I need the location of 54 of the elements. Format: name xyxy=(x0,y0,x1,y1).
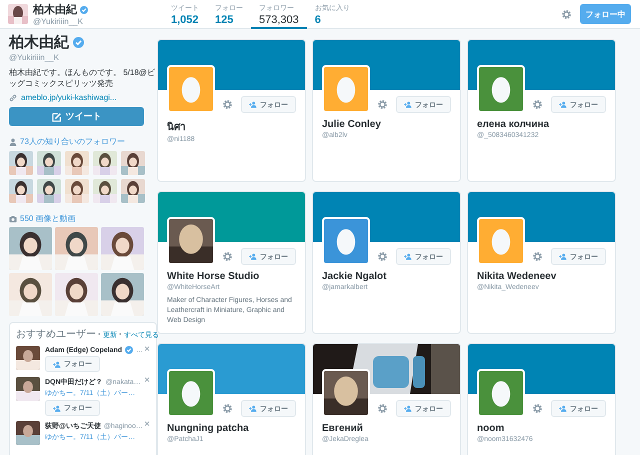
profile-name: 柏木由紀 xyxy=(33,2,77,17)
user-name[interactable]: นิศา xyxy=(158,113,305,134)
close-button[interactable]: × xyxy=(144,344,150,355)
add-user-icon xyxy=(559,101,567,108)
known-followers-link[interactable]: 73人の知り合いのフォロワー xyxy=(20,136,125,147)
close-button[interactable]: × xyxy=(144,375,150,386)
person-icon xyxy=(9,138,17,146)
close-button[interactable]: × xyxy=(144,419,150,430)
user-name[interactable]: Jackie Ngalot xyxy=(313,265,460,282)
media-link[interactable]: 550 画像と動画 xyxy=(20,213,76,224)
add-user-icon xyxy=(404,253,412,260)
user-name[interactable]: Julie Conley xyxy=(313,113,460,130)
settings-icon[interactable] xyxy=(532,99,543,110)
user-name[interactable]: Nungning patcha xyxy=(158,417,305,434)
user-name[interactable]: noom xyxy=(468,417,615,434)
add-user-icon xyxy=(404,405,412,412)
default-avatar-icon[interactable] xyxy=(322,217,370,265)
profile-link[interactable]: ameblo.jp/yuki-kashiwagi... xyxy=(21,93,117,102)
profile-handle: @Yukiriiin__K xyxy=(9,53,60,62)
settings-icon[interactable] xyxy=(377,251,388,262)
user-name[interactable]: елена колчина xyxy=(468,113,615,130)
profile-bio: 柏木由紀です。ほんものです。 5/18@ビッグコミックスピリッツ発売 xyxy=(9,67,156,89)
following-button[interactable]: フォロー中 xyxy=(580,4,631,24)
default-avatar-icon[interactable] xyxy=(167,369,215,417)
separator: · xyxy=(119,329,122,339)
add-user-icon xyxy=(249,101,257,108)
link-icon xyxy=(9,94,17,102)
panel-title: おすすめユーザー xyxy=(16,328,96,341)
default-avatar-icon[interactable] xyxy=(477,369,525,417)
separator: · xyxy=(98,329,101,339)
settings-icon[interactable] xyxy=(561,8,572,20)
user-name[interactable]: Евгений xyxy=(313,417,460,434)
default-avatar-icon[interactable] xyxy=(477,65,525,113)
settings-icon[interactable] xyxy=(222,251,233,262)
camera-icon xyxy=(9,214,17,222)
user-name[interactable]: Nikita Wedeneev xyxy=(468,265,615,282)
tweet-button[interactable]: ツイート xyxy=(9,107,144,126)
add-user-icon xyxy=(249,405,257,412)
profile-handle: @Yukiriiin__K xyxy=(33,17,84,26)
settings-icon[interactable] xyxy=(377,403,388,414)
settings-icon[interactable] xyxy=(532,251,543,262)
add-user-icon xyxy=(249,253,257,260)
add-user-icon xyxy=(53,360,61,368)
settings-icon[interactable] xyxy=(532,403,543,414)
user-name[interactable]: White Horse Studio xyxy=(158,265,305,282)
add-user-icon xyxy=(404,101,412,108)
compose-icon xyxy=(52,112,62,122)
add-user-icon xyxy=(559,405,567,412)
settings-icon[interactable] xyxy=(377,99,388,110)
settings-icon[interactable] xyxy=(222,99,233,110)
add-user-icon xyxy=(559,253,567,260)
profile-name: 柏木由紀 xyxy=(9,33,69,52)
add-user-icon xyxy=(53,404,61,412)
settings-icon[interactable] xyxy=(222,403,233,414)
